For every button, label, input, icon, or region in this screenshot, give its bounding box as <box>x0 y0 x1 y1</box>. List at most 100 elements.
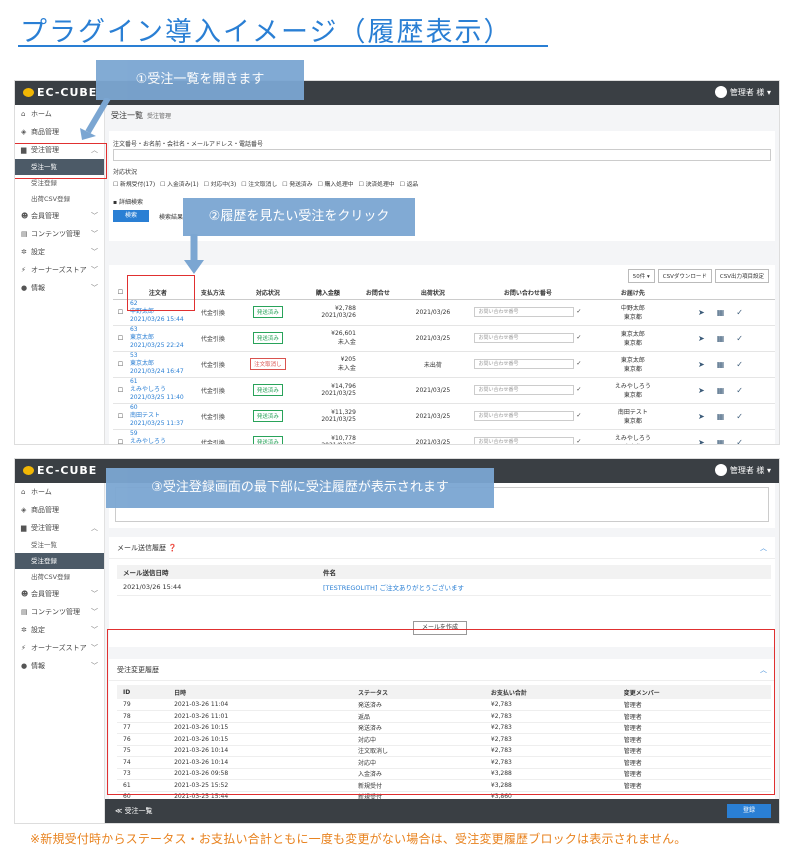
sidebar-item-content[interactable]: ▤ コンテンツ管理 ﹀ <box>15 225 104 243</box>
check-icon[interactable]: ✓ <box>736 308 755 317</box>
user-icon <box>714 86 727 98</box>
list-tool-button[interactable]: CSVダウンロード <box>657 269 712 283</box>
row-checkbox[interactable]: ☐ <box>113 403 128 430</box>
send-icon[interactable]: ➤ <box>698 386 717 395</box>
status-checkbox[interactable]: ☐ 返品 <box>400 182 419 188</box>
search-input[interactable] <box>113 149 771 161</box>
status-badge: 発送済み <box>252 410 283 422</box>
status-checkbox[interactable]: ☐ 入金済み(1) <box>160 182 198 188</box>
send-icon[interactable]: ➤ <box>698 334 717 343</box>
status-checkbox[interactable]: ☐ 注文取消し <box>241 182 277 188</box>
check-icon[interactable]: ✓ <box>736 438 755 445</box>
sidebar-item-gear[interactable]: ✲ 設定 ﹀ <box>15 621 104 639</box>
check-icon[interactable]: ✓ <box>574 360 581 367</box>
status-checkbox[interactable]: ☐ 購入処理中 <box>318 182 354 188</box>
send-icon[interactable]: ➤ <box>698 308 717 317</box>
sidebar-item-product[interactable]: ◈ 商品管理 <box>15 501 104 519</box>
payment-date: 未入金 <box>337 365 356 372</box>
check-icon[interactable]: ✓ <box>736 334 755 343</box>
calendar-icon[interactable]: ▦ <box>717 438 737 445</box>
status-checkboxes[interactable]: ☐ 新規受付(17) ☐ 入金済み(1) ☐ 対応中(3) ☐ 注文取消し ☐ 発送済み… <box>113 179 423 188</box>
order-link[interactable]: 59えみやしろう2021/03/25 11:35 <box>127 429 188 444</box>
order-link[interactable]: 60 南田テスト 2021/03/25 11:37 <box>127 403 188 430</box>
ship-status: 2021/03/25 <box>397 325 468 352</box>
sidebar-item-members[interactable]: ☻ 会員管理 ﹀ <box>15 585 104 603</box>
chevron-up-icon[interactable]: ︿ <box>760 537 767 559</box>
table-row[interactable]: ☐ 53 東京太郎 2021/03/24 16:47 代金引換 注文取消し ¥205 未入金未… <box>113 351 775 378</box>
search-button[interactable]: 検索 <box>113 210 149 222</box>
status-badge: 発送済み <box>252 436 283 444</box>
list-tool-button[interactable]: CSV出力項目設定 <box>714 269 769 283</box>
mail-history-header[interactable]: メール送信履歴 ❓ ︿ <box>109 537 775 559</box>
save-button[interactable]: 登録 <box>727 804 771 818</box>
order-table: ☐ 注文者 支払方法 対応状況 購入金額 お問合せ 出荷状況 お問い合わせ番号 お届け先 ☐ 62… <box>113 287 775 445</box>
inquiry-number-input[interactable]: お問い合わせ番号 <box>474 385 575 395</box>
inquiry-number-input[interactable]: お問い合わせ番号 <box>474 437 575 444</box>
sidebar-sub-item[interactable]: 出荷CSV登録 <box>15 569 104 585</box>
check-icon[interactable]: ✓ <box>574 334 581 341</box>
calendar-icon[interactable]: ▦ <box>717 334 737 343</box>
check-icon[interactable]: ✓ <box>736 360 755 369</box>
check-icon[interactable]: ✓ <box>574 386 581 393</box>
user-menu[interactable]: 管理者 様 ▾ <box>714 464 771 476</box>
back-to-list-link[interactable]: ≪ 受注一覧 <box>115 806 153 816</box>
mail-subject-link[interactable]: [TESTREGOLITH] ご注文ありがとうございます <box>317 579 771 596</box>
row-checkbox[interactable]: ☐ <box>113 429 128 444</box>
order-link[interactable]: 53 東京太郎 2021/03/24 16:47 <box>127 351 188 378</box>
row-checkbox[interactable]: ☐ <box>113 325 128 352</box>
inquiry-number-input[interactable]: お問い合わせ番号 <box>474 307 575 317</box>
sidebar-sub-item[interactable]: 受注一覧 <box>15 537 104 553</box>
check-icon[interactable]: ✓ <box>574 308 581 315</box>
inquiry-number-input[interactable]: お問い合わせ番号 <box>474 333 575 343</box>
status-checkbox[interactable]: ☐ 対応中(3) <box>204 182 237 188</box>
sidebar-item-plug[interactable]: ⚡ オーナーズストア ﹀ <box>15 639 104 657</box>
row-checkbox[interactable]: ☐ <box>113 351 128 378</box>
ship-status: 2021/03/25 <box>397 377 468 404</box>
check-icon[interactable]: ✓ <box>574 412 581 419</box>
order-link[interactable]: 61 えみやしろう 2021/03/25 11:40 <box>127 377 188 404</box>
sidebar-item-info[interactable]: ● 情報 ﹀ <box>15 657 104 675</box>
sidebar-item-home[interactable]: ⌂ ホーム <box>15 483 104 501</box>
column-header: 支払方法 <box>187 287 238 300</box>
calendar-icon[interactable]: ▦ <box>717 386 737 395</box>
status-checkbox[interactable]: ☐ 新規受付(17) <box>113 182 155 188</box>
inquiry-number-input[interactable]: お問い合わせ番号 <box>474 359 575 369</box>
send-icon[interactable]: ➤ <box>698 412 717 421</box>
calendar-icon[interactable]: ▦ <box>717 308 737 317</box>
sidebar-item-cart[interactable]: ▆ 受注管理 ︿ <box>15 519 104 537</box>
list-tool-button[interactable]: 50件 ▾ <box>627 269 655 283</box>
order-link-line: 61 <box>129 378 138 385</box>
table-row[interactable]: ☐ 62 中野太郎 2021/03/26 15:44 代金引換 発送済み ¥2,788 202… <box>113 299 775 326</box>
sidebar-item-info[interactable]: ● 情報 ﹀ <box>15 279 104 297</box>
order-link-line: 59 <box>129 430 138 437</box>
send-icon[interactable]: ➤ <box>698 438 717 445</box>
row-checkbox[interactable]: ☐ <box>113 377 128 404</box>
user-menu[interactable]: 管理者 様 ▾ <box>714 86 771 98</box>
order-link[interactable]: 63 東京太郎 2021/03/25 22:24 <box>127 325 188 352</box>
table-row[interactable]: ☐59えみやしろう2021/03/25 11:35代金引換 発送済み ¥10,778… <box>113 429 775 445</box>
sidebar-item-members[interactable]: ☻ 会員管理 ﹀ <box>15 207 104 225</box>
sidebar-sub-item[interactable]: 出荷CSV登録 <box>15 191 104 207</box>
check-icon[interactable]: ✓ <box>736 412 755 421</box>
table-row[interactable]: ☐ 60 南田テスト 2021/03/25 11:37 代金引換 発送済み ¥11,329 2… <box>113 403 775 430</box>
calendar-icon[interactable]: ▦ <box>717 412 737 421</box>
sidebar-item-plug[interactable]: ⚡ オーナーズストア ﹀ <box>15 261 104 279</box>
sidebar-item-content[interactable]: ▤ コンテンツ管理 ﹀ <box>15 603 104 621</box>
check-icon[interactable]: ✓ <box>736 386 755 395</box>
status-checkbox[interactable]: ☐ 決済処理中 <box>359 182 395 188</box>
status-checkbox[interactable]: ☐ 発送済み <box>282 182 312 188</box>
ec-cube-logo[interactable]: EC-CUBE <box>23 464 97 477</box>
sidebar-item-gear[interactable]: ✲ 設定 ﹀ <box>15 243 104 261</box>
select-all-checkbox[interactable]: ☐ <box>113 287 128 300</box>
detail-search-link[interactable]: ▪ 詳細検索 <box>113 197 143 206</box>
table-row[interactable]: ☐ 63 東京太郎 2021/03/25 22:24 代金引換 発送済み ¥26,601 未入… <box>113 325 775 352</box>
order-link-line: 2021/03/25 11:40 <box>129 394 184 401</box>
send-icon[interactable]: ➤ <box>698 360 717 369</box>
sidebar-sub-item[interactable]: 受注登録 <box>15 553 104 569</box>
check-icon[interactable]: ✓ <box>574 438 581 444</box>
calendar-icon[interactable]: ▦ <box>717 360 737 369</box>
table-row[interactable]: ☐ 61 えみやしろう 2021/03/25 11:40 代金引換 発送済み ¥14,796… <box>113 377 775 404</box>
inquiry-number-input[interactable]: お問い合わせ番号 <box>474 411 575 421</box>
payment-method: 代金引換 <box>187 429 238 444</box>
row-checkbox[interactable]: ☐ <box>113 299 128 326</box>
